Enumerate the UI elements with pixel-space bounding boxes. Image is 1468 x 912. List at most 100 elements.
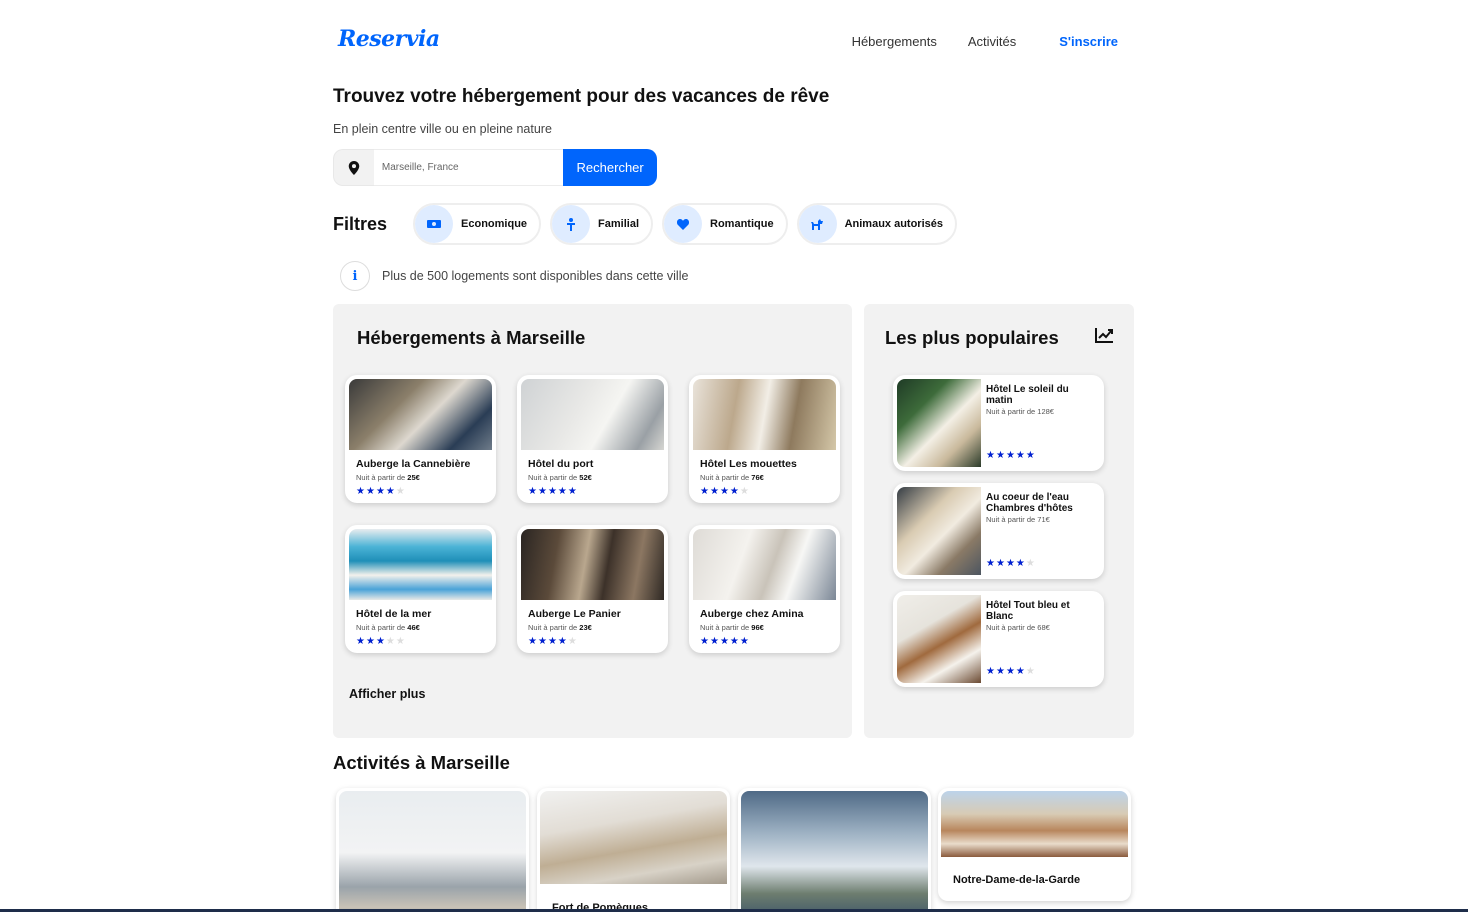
star-filled-icon: ★	[356, 636, 366, 647]
search-bar: Rechercher	[333, 149, 657, 186]
hebergement-card[interactable]: Auberge chez Amina Nuit à partir de 96€ …	[689, 525, 840, 653]
activity-photo	[339, 791, 526, 912]
star-filled-icon: ★	[709, 486, 720, 497]
star-empty-icon: ★	[1025, 558, 1036, 569]
activity-photo	[741, 791, 928, 912]
hebergement-name: Hôtel du port	[528, 458, 594, 470]
hebergement-photo	[693, 379, 836, 450]
star-filled-icon: ★	[719, 486, 730, 497]
star-filled-icon: ★	[729, 636, 740, 647]
logo[interactable]: Reservia	[338, 26, 440, 52]
star-empty-icon: ★	[395, 636, 406, 647]
info-banner: i Plus de 500 logements sont disponibles…	[340, 261, 688, 291]
nav-hebergements[interactable]: Hébergements	[852, 34, 937, 49]
filter-romantique[interactable]: Romantique	[662, 203, 788, 245]
hebergement-photo	[521, 529, 664, 600]
hebergement-photo	[521, 379, 664, 450]
star-filled-icon: ★	[567, 486, 578, 497]
family-icon	[552, 205, 591, 243]
activity-card[interactable]	[336, 788, 529, 912]
star-empty-icon: ★	[385, 636, 396, 647]
hebergement-name: Auberge la Cannebière	[356, 458, 471, 470]
location-pin-icon	[333, 149, 374, 186]
hebergement-card[interactable]: Hôtel Les mouettes Nuit à partir de 76€ …	[689, 375, 840, 503]
star-filled-icon: ★	[1015, 558, 1026, 569]
star-rating: ★ ★ ★ ★ ★	[986, 559, 1036, 569]
star-filled-icon: ★	[995, 666, 1006, 677]
popular-photo	[897, 595, 981, 683]
activity-card[interactable]: Notre-Dame-de-la-Garde	[938, 788, 1131, 901]
star-rating: ★ ★ ★ ★ ★	[700, 487, 750, 497]
hebergement-name: Auberge chez Amina	[700, 608, 804, 620]
star-filled-icon: ★	[719, 636, 730, 647]
site-header: Reservia Hébergements Activités S'inscri…	[333, 0, 1134, 84]
hebergement-photo	[693, 529, 836, 600]
dog-icon	[798, 205, 837, 243]
page-subtitle: En plein centre ville ou en pleine natur…	[333, 122, 552, 136]
star-filled-icon: ★	[528, 636, 538, 647]
star-filled-icon: ★	[557, 636, 568, 647]
star-filled-icon: ★	[995, 450, 1006, 461]
popular-card[interactable]: Hôtel Tout bleu et Blanc Nuit à partir d…	[893, 591, 1104, 687]
filter-label: Romantique	[710, 218, 774, 230]
star-filled-icon: ★	[986, 666, 996, 677]
star-filled-icon: ★	[1015, 666, 1026, 677]
show-more-link[interactable]: Afficher plus	[349, 687, 425, 701]
star-filled-icon: ★	[709, 636, 720, 647]
star-filled-icon: ★	[986, 450, 996, 461]
star-rating: ★ ★ ★ ★ ★	[528, 487, 578, 497]
star-rating: ★ ★ ★ ★ ★	[986, 667, 1036, 677]
filter-economique[interactable]: Economique	[413, 203, 542, 245]
hebergement-name: Hôtel de la mer	[356, 608, 432, 620]
popular-photo	[897, 379, 981, 467]
star-filled-icon: ★	[365, 486, 376, 497]
popular-price: Nuit à partir de 71€	[986, 515, 1050, 524]
popular-price: Nuit à partir de 128€	[986, 407, 1054, 416]
hebergements-section: Hébergements à Marseille Auberge la Cann…	[333, 304, 852, 738]
hebergement-price: Nuit à partir de 52€	[528, 473, 592, 482]
hebergement-price: Nuit à partir de 96€	[700, 623, 764, 632]
nav-activites[interactable]: Activités	[968, 34, 1016, 49]
activity-photo	[540, 791, 727, 884]
star-filled-icon: ★	[986, 558, 996, 569]
hebergement-price: Nuit à partir de 25€	[356, 473, 420, 482]
popular-card[interactable]: Hôtel Le soleil du matin Nuit à partir d…	[893, 375, 1104, 471]
search-button[interactable]: Rechercher	[563, 149, 657, 186]
hebergements-title: Hébergements à Marseille	[357, 327, 586, 348]
signup-link[interactable]: S'inscrire	[1059, 34, 1118, 49]
money-icon	[415, 205, 454, 243]
filter-animaux[interactable]: Animaux autorisés	[796, 203, 957, 245]
activity-name: Notre-Dame-de-la-Garde	[953, 874, 1081, 886]
activity-card[interactable]: Fort de Pomègues	[537, 788, 730, 912]
hebergement-photo	[349, 529, 492, 600]
heart-icon	[664, 205, 703, 243]
star-filled-icon: ★	[385, 486, 396, 497]
hebergement-card[interactable]: Auberge Le Panier Nuit à partir de 23€ ★…	[517, 525, 668, 653]
star-rating: ★ ★ ★ ★ ★	[700, 637, 750, 647]
filters-bar: Filtres Economique Familial Romantique A…	[333, 203, 966, 245]
hebergement-card[interactable]: Auberge la Cannebière Nuit à partir de 2…	[345, 375, 496, 503]
star-empty-icon: ★	[739, 486, 750, 497]
hebergement-card[interactable]: Hôtel du port Nuit à partir de 52€ ★ ★ ★ ★ ★	[517, 375, 668, 503]
activity-photo	[941, 791, 1128, 857]
hebergement-card[interactable]: Hôtel de la mer Nuit à partir de 46€ ★ ★ ★…	[345, 525, 496, 653]
info-icon: i	[340, 261, 370, 291]
filter-familial[interactable]: Familial	[550, 203, 654, 245]
star-filled-icon: ★	[700, 636, 710, 647]
star-empty-icon: ★	[1025, 666, 1036, 677]
main-nav: Hébergements Activités S'inscrire	[821, 34, 1118, 49]
hebergement-price: Nuit à partir de 23€	[528, 623, 592, 632]
activity-card[interactable]	[738, 788, 931, 912]
search-input[interactable]	[373, 149, 564, 186]
star-filled-icon: ★	[375, 636, 386, 647]
popular-card[interactable]: Au coeur de l'eau Chambres d'hôtes Nuit …	[893, 483, 1104, 579]
star-empty-icon: ★	[567, 636, 578, 647]
star-filled-icon: ★	[528, 486, 538, 497]
star-filled-icon: ★	[365, 636, 376, 647]
filter-label: Animaux autorisés	[844, 218, 943, 230]
star-rating: ★ ★ ★ ★ ★	[528, 637, 578, 647]
trending-chart-icon	[1095, 328, 1114, 348]
hebergement-photo	[349, 379, 492, 450]
star-filled-icon: ★	[1015, 450, 1026, 461]
popular-name: Hôtel Tout bleu et Blanc	[986, 600, 1070, 622]
